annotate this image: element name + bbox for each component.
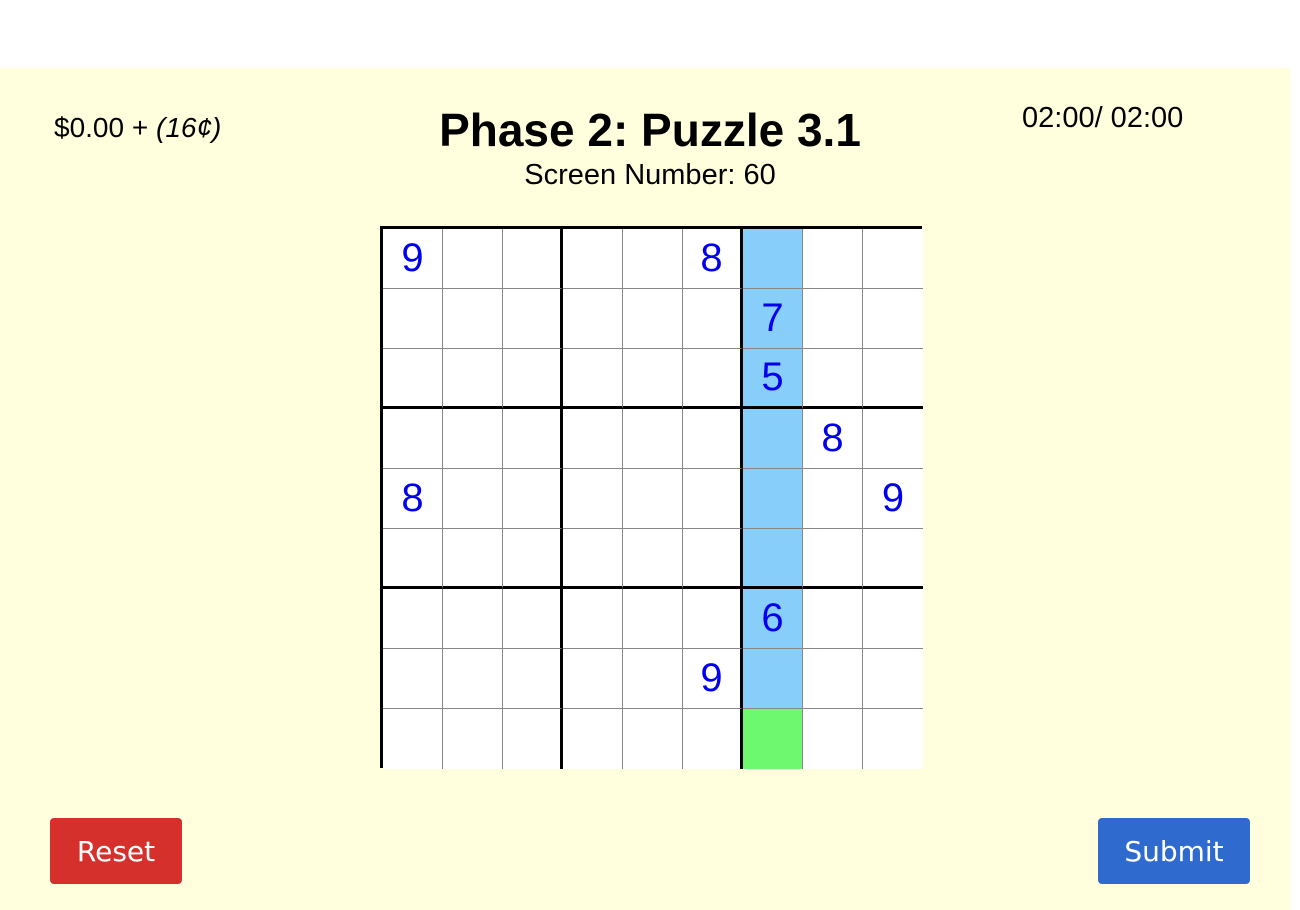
sudoku-cell[interactable] (563, 469, 623, 529)
sudoku-cell[interactable] (863, 529, 923, 589)
sudoku-cell[interactable] (563, 709, 623, 769)
sudoku-cell[interactable] (563, 529, 623, 589)
sudoku-cell[interactable]: 7 (743, 289, 803, 349)
sudoku-cell[interactable] (803, 529, 863, 589)
sudoku-cell[interactable] (563, 349, 623, 409)
sudoku-cell[interactable] (683, 709, 743, 769)
sudoku-cell[interactable]: 8 (803, 409, 863, 469)
sudoku-cell[interactable] (803, 709, 863, 769)
sudoku-board: 987588969 (380, 226, 923, 769)
sudoku-cell[interactable] (563, 649, 623, 709)
puzzle-panel: $0.00 + (16¢) Phase 2: Puzzle 3.1 Screen… (0, 68, 1290, 910)
sudoku-cell[interactable]: 9 (863, 469, 923, 529)
sudoku-cell[interactable] (503, 229, 563, 289)
sudoku-cell[interactable] (383, 349, 443, 409)
sudoku-cell[interactable] (623, 289, 683, 349)
sudoku-cell[interactable] (563, 589, 623, 649)
sudoku-cell[interactable] (743, 469, 803, 529)
sudoku-cell[interactable] (863, 709, 923, 769)
reset-button[interactable]: Reset (50, 818, 182, 884)
screen-number: Screen Number: 60 (524, 159, 776, 191)
sudoku-cell[interactable] (503, 469, 563, 529)
sudoku-cell[interactable]: 8 (683, 229, 743, 289)
countdown-timer: 02:00/ 02:00 (1022, 102, 1184, 134)
sudoku-cell[interactable] (383, 649, 443, 709)
sudoku-cell[interactable] (743, 649, 803, 709)
sudoku-cell[interactable]: 8 (383, 469, 443, 529)
sudoku-cell[interactable] (503, 289, 563, 349)
sudoku-cell[interactable] (803, 229, 863, 289)
sudoku-cell[interactable] (623, 469, 683, 529)
sudoku-cell[interactable] (683, 409, 743, 469)
sudoku-cell[interactable] (623, 409, 683, 469)
sudoku-cell[interactable] (503, 649, 563, 709)
sudoku-cell[interactable] (443, 589, 503, 649)
sudoku-cell[interactable] (383, 409, 443, 469)
sudoku-cell[interactable] (443, 289, 503, 349)
sudoku-cell[interactable] (443, 349, 503, 409)
submit-button[interactable]: Submit (1098, 818, 1250, 884)
sudoku-cell[interactable] (503, 709, 563, 769)
sudoku-cell[interactable] (443, 469, 503, 529)
sudoku-cell[interactable] (623, 529, 683, 589)
sudoku-cell[interactable] (443, 409, 503, 469)
sudoku-cell[interactable] (623, 349, 683, 409)
sudoku-cell[interactable] (563, 229, 623, 289)
sudoku-cell[interactable] (383, 289, 443, 349)
sudoku-cell[interactable]: 5 (743, 349, 803, 409)
sudoku-cell[interactable] (443, 529, 503, 589)
sudoku-cell[interactable] (623, 229, 683, 289)
sudoku-cell[interactable] (683, 469, 743, 529)
sudoku-cell[interactable] (863, 349, 923, 409)
sudoku-cell[interactable] (863, 649, 923, 709)
sudoku-cell[interactable] (863, 409, 923, 469)
sudoku-cell[interactable] (743, 409, 803, 469)
sudoku-cell[interactable] (683, 289, 743, 349)
sudoku-cell[interactable] (683, 529, 743, 589)
sudoku-cell[interactable] (503, 589, 563, 649)
sudoku-cell[interactable]: 9 (683, 649, 743, 709)
sudoku-cell[interactable] (863, 589, 923, 649)
sudoku-cell[interactable] (443, 229, 503, 289)
sudoku-cell[interactable] (503, 529, 563, 589)
sudoku-cell[interactable] (623, 649, 683, 709)
sudoku-cell[interactable]: 9 (383, 229, 443, 289)
sudoku-cell[interactable] (383, 709, 443, 769)
sudoku-cell[interactable] (803, 649, 863, 709)
sudoku-cell[interactable] (443, 709, 503, 769)
sudoku-cell[interactable] (443, 649, 503, 709)
sudoku-cell[interactable] (623, 709, 683, 769)
sudoku-cell[interactable] (383, 529, 443, 589)
sudoku-cell[interactable] (803, 289, 863, 349)
sudoku-cell[interactable] (683, 349, 743, 409)
sudoku-cell[interactable] (503, 409, 563, 469)
sudoku-cell[interactable] (503, 349, 563, 409)
sudoku-cell[interactable] (803, 469, 863, 529)
sudoku-cell[interactable] (623, 589, 683, 649)
sudoku-cell[interactable] (563, 409, 623, 469)
sudoku-cell[interactable] (743, 229, 803, 289)
sudoku-cell[interactable] (743, 709, 803, 769)
sudoku-cell[interactable] (683, 589, 743, 649)
sudoku-cell[interactable] (863, 289, 923, 349)
sudoku-cell[interactable]: 6 (743, 589, 803, 649)
sudoku-cell[interactable] (383, 589, 443, 649)
sudoku-cell[interactable] (803, 349, 863, 409)
sudoku-cell[interactable] (743, 529, 803, 589)
sudoku-cell[interactable] (563, 289, 623, 349)
sudoku-cell[interactable] (803, 589, 863, 649)
sudoku-cell[interactable] (863, 229, 923, 289)
